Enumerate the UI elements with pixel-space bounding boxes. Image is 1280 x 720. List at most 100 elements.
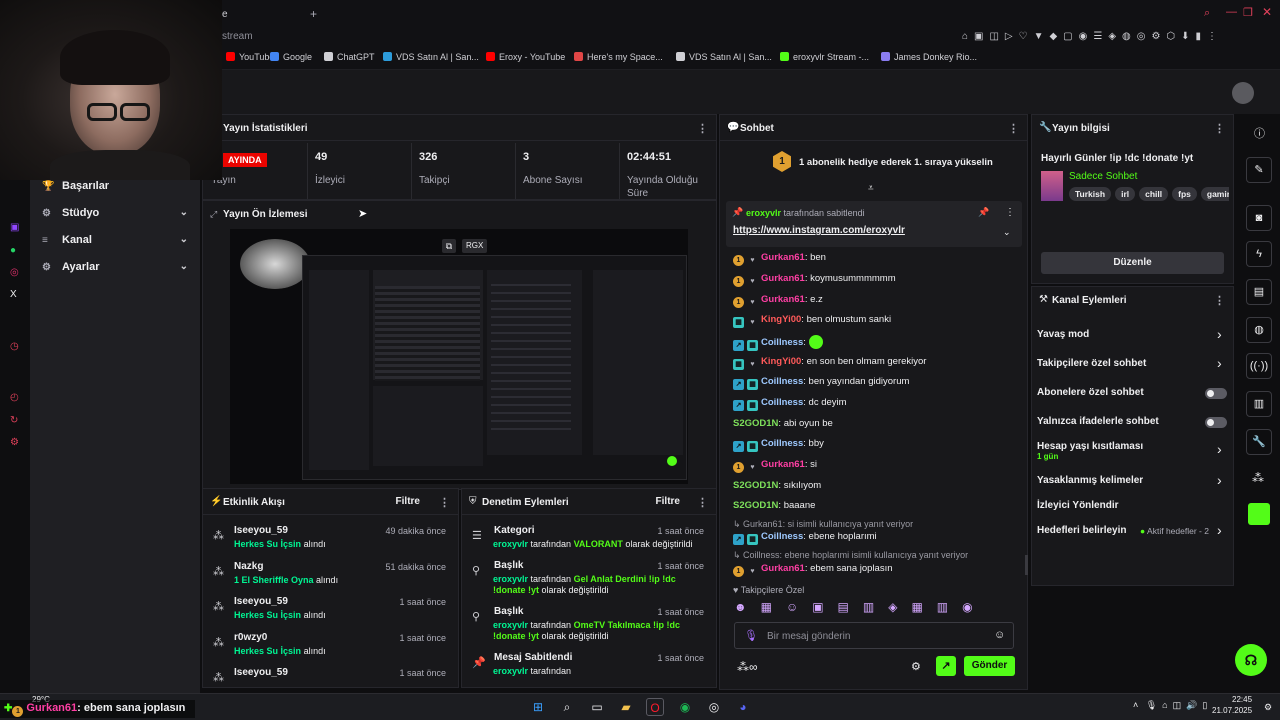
bookmark-item[interactable]: YouTube (226, 52, 274, 62)
chat-username[interactable]: Gurkan61 (761, 294, 805, 305)
emoji-icon[interactable]: ☺ (994, 629, 1005, 641)
channel-action-row[interactable]: Abonelere özel sohbet (1037, 387, 1144, 398)
chat-message[interactable]: 1 ♥ Gurkan61: koymusummmmmm (733, 273, 896, 287)
gift-banner[interactable]: 1 abonelik hediye ederek 1. sıraya yükse… (799, 157, 993, 168)
chevron-right-icon[interactable]: › (1217, 523, 1222, 537)
discord-icon[interactable]: ◕ (734, 698, 752, 716)
chat-settings-icon[interactable]: ⚙ (911, 660, 921, 673)
history-icon[interactable]: ◷ (10, 341, 19, 352)
url-text[interactable]: stream (222, 31, 253, 42)
share-icon[interactable]: ⁂ (1252, 471, 1264, 485)
support-button[interactable]: ☊ (1235, 644, 1267, 676)
x-icon[interactable]: X (10, 289, 17, 300)
edit-icon[interactable]: ✎ (1246, 157, 1272, 183)
stream-tag[interactable]: chill (1139, 187, 1169, 201)
channel-action-row[interactable]: Hedefleri belirleyin (1037, 525, 1126, 536)
document-icon[interactable]: ▤ (1246, 279, 1272, 305)
tab-title[interactable]: e (222, 9, 228, 20)
bookmark-item[interactable]: Here's my Space... (574, 52, 663, 62)
tray-icons[interactable]: ˄ 🎙 ⌂ ◫ 🔊 ▯ (1133, 700, 1207, 711)
activity-item[interactable]: ⁂ Iseeyou_59 1 saat önce Herkes Su İçsin al… (203, 596, 458, 626)
stream-tag[interactable]: gamir (1200, 187, 1229, 201)
task-view-icon[interactable]: ▭ (588, 698, 606, 716)
chat-username[interactable]: S2GOD1N (733, 418, 778, 429)
activity-item[interactable]: ⁂ Nazkg 51 dakika önce 1 El Sheriffle Oyna … (203, 561, 458, 591)
side-menu-item[interactable]: ⚙ Stüdyo ⌄ (42, 207, 188, 219)
refresh-icon[interactable]: ↻ (10, 415, 18, 426)
activity-user[interactable]: r0wzy0 (234, 632, 267, 643)
camera-icon[interactable]: ◙ (1246, 205, 1272, 231)
activity-item[interactable]: ⁂ Iseeyou_59 49 dakika önce Herkes Su İçsin… (203, 525, 458, 555)
broadcast-icon[interactable]: ((·)) (1246, 353, 1272, 379)
chat-username[interactable]: Coillness (761, 337, 803, 348)
clip-icon[interactable] (1248, 503, 1270, 525)
bookmark-item[interactable]: Google (270, 52, 312, 62)
layout-icon[interactable]: ▥ (1246, 391, 1272, 417)
chat-username[interactable]: Coillness (761, 376, 803, 387)
chat-username[interactable]: S2GOD1N (733, 480, 778, 491)
chat-scrollbar[interactable] (1025, 555, 1028, 575)
activity-user[interactable]: Nazkg (234, 561, 263, 572)
channel-action-row[interactable]: Yavaş mod (1037, 329, 1089, 340)
chat-message[interactable]: S2GOD1N: abi oyun be (733, 418, 833, 429)
more-options-icon[interactable]: ⋮ (439, 496, 450, 509)
stream-tag[interactable]: fps (1172, 187, 1197, 201)
settings-icon[interactable]: ⚙ (10, 437, 19, 448)
pinned-by-user[interactable]: eroxyvlr (746, 208, 781, 218)
category-thumbnail[interactable] (1041, 171, 1063, 201)
avatar[interactable] (1232, 82, 1254, 104)
windows-start-icon[interactable]: ⊞ (529, 698, 547, 716)
search-icon[interactable]: ⌕ (558, 698, 576, 716)
chat-input[interactable]: 🎙 Bir mesaj gönderin ☺ (734, 622, 1014, 649)
chat-message[interactable]: ↗ ▦ Coillness: ben yayından gidiyorum (733, 376, 909, 390)
more-options-icon[interactable]: ⋮ (1008, 122, 1019, 135)
chevron-down-icon[interactable]: ⌄ (1003, 227, 1011, 238)
chat-message[interactable]: S2GOD1N: sıkılıyom (733, 480, 821, 491)
stream-tag[interactable]: irl (1115, 187, 1136, 201)
spotify-icon[interactable]: ◉ (676, 698, 694, 716)
search-icon[interactable]: ⌕ (1204, 7, 1210, 20)
send-button[interactable]: Gönder (964, 656, 1015, 676)
mic-icon[interactable]: 🎙 (744, 629, 758, 642)
moderation-item[interactable]: ⚲ Başlık 1 saat önce eroxyvlr tarafından Om… (462, 606, 716, 646)
activity-user[interactable]: Iseeyou_59 (234, 596, 288, 607)
activity-item[interactable]: ⁂ r0wzy0 1 saat önce Herkes Su İçsin alındı (203, 632, 458, 662)
edit-button[interactable]: Düzenle (1041, 252, 1224, 274)
close-icon[interactable]: ✕ (1262, 5, 1272, 19)
chat-message-reply-1[interactable]: ↗ ▦ Coillness: ebene hoplarımi (733, 531, 877, 545)
minimize-icon[interactable]: — (1226, 6, 1237, 18)
pinned-message[interactable]: 📌 eroxyvlr tarafından sabitlendi 📌 ⋮ htt… (726, 201, 1022, 247)
more-options-icon[interactable]: ⋮ (697, 122, 708, 135)
chat-username[interactable]: KingYi00 (761, 356, 801, 367)
connections-icon[interactable]: ⁂∞ (737, 660, 758, 674)
bookmark-item[interactable]: Eroxy - YouTube (486, 52, 565, 62)
chat-username[interactable]: Gurkan61 (761, 252, 805, 263)
bookmark-item[interactable]: ChatGPT (324, 52, 375, 62)
emote-picker-row[interactable]: ☻▦☺▣▤▥◈▦▥◉ (734, 600, 1014, 616)
category-name[interactable]: Sadece Sohbet (1069, 171, 1137, 182)
collapse-icon[interactable]: ⩡ (868, 183, 874, 194)
clock-icon[interactable]: ◴ (10, 392, 19, 403)
toggle-switch[interactable] (1205, 388, 1227, 399)
chat-message[interactable]: 1 ♥ Gurkan61: e.z (733, 294, 823, 308)
side-menu-item[interactable]: ⚙ Ayarlar ⌄ (42, 261, 188, 273)
chevron-down-icon[interactable]: ⌄ (180, 207, 188, 218)
chevron-right-icon[interactable]: › (1217, 473, 1222, 487)
channel-action-row[interactable]: Yalnızca ifadelerle sohbet (1037, 416, 1159, 427)
clock-time[interactable]: 22:45 (1232, 695, 1252, 704)
notification-icon[interactable]: ⚙ (1264, 702, 1272, 713)
more-options-icon[interactable]: ⋮ (697, 496, 708, 509)
tools-icon[interactable]: 🔧 (1246, 429, 1272, 455)
moderation-filter-button[interactable]: Filtre (656, 496, 680, 507)
info-icon[interactable]: ⓘ (1254, 125, 1265, 141)
bolt-icon[interactable]: ϟ (1246, 241, 1272, 267)
new-tab-button[interactable]: + (310, 7, 317, 21)
expand-icon[interactable]: ⤢ (210, 209, 217, 220)
side-menu-item[interactable]: 🏆 Başarılar (42, 180, 188, 192)
popout-icon[interactable]: ⧉ (442, 239, 456, 253)
chat-message-reply-2[interactable]: 1 ♥ Gurkan61: ebem sana joplasın (733, 563, 893, 577)
channel-action-row[interactable]: Takipçilere özel sohbet (1037, 358, 1146, 369)
channel-action-row[interactable]: İzleyici Yönlendir (1037, 500, 1119, 511)
bookmark-item[interactable]: James Donkey Rio... (881, 52, 977, 62)
pinned-link[interactable]: https://www.instagram.com/eroxyvlr (733, 225, 905, 236)
